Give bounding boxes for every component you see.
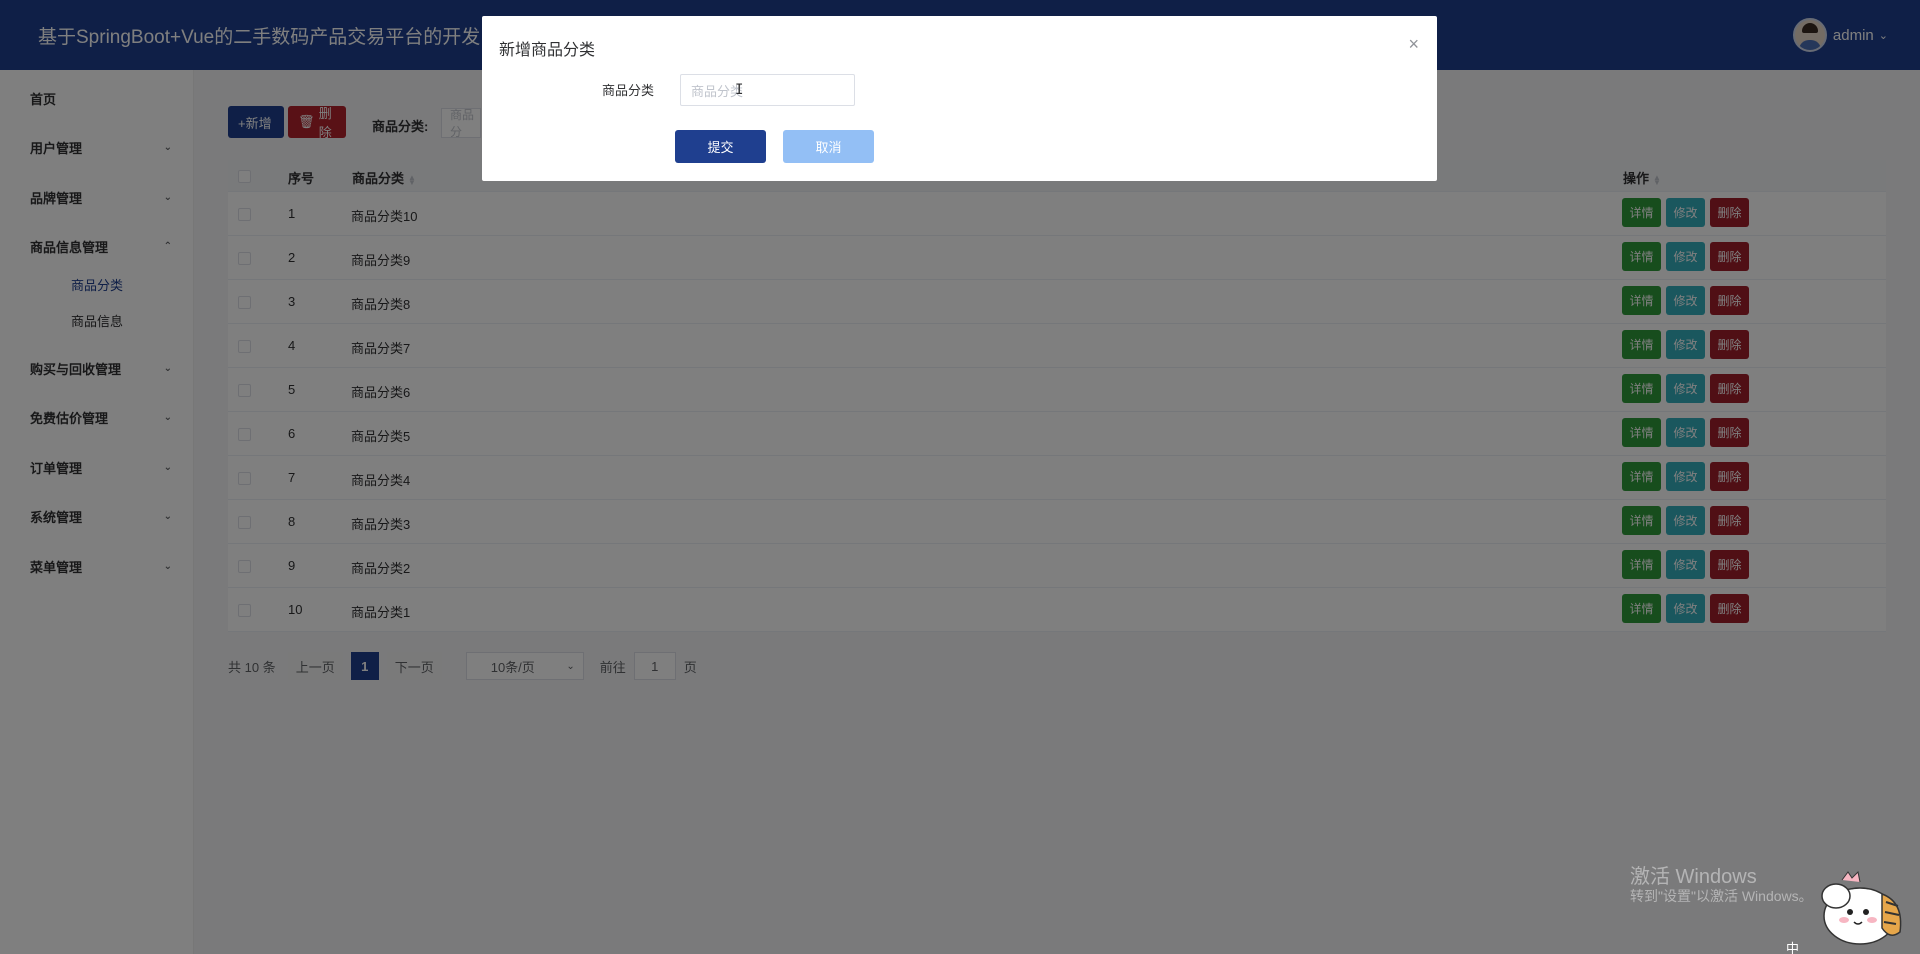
cancel-button[interactable]: 取消 [783,130,874,163]
windows-activation-title: 激活 Windows [1630,866,1757,888]
mascot-sticker-icon [1802,866,1910,952]
close-icon[interactable]: × [1408,34,1419,55]
submit-button[interactable]: 提交 [675,130,766,163]
add-category-dialog: 新增商品分类 × 商品分类 商品分类 I 提交 取消 [482,16,1437,181]
ime-indicator[interactable]: 中 [1786,938,1799,954]
category-input[interactable]: 商品分类 [680,74,855,106]
category-field-label: 商品分类 [602,83,655,98]
dialog-title: 新增商品分类 [499,42,596,59]
windows-activation-hint: 转到"设置"以激活 Windows。 [1630,888,1813,904]
text-cursor-icon: I [735,82,744,98]
